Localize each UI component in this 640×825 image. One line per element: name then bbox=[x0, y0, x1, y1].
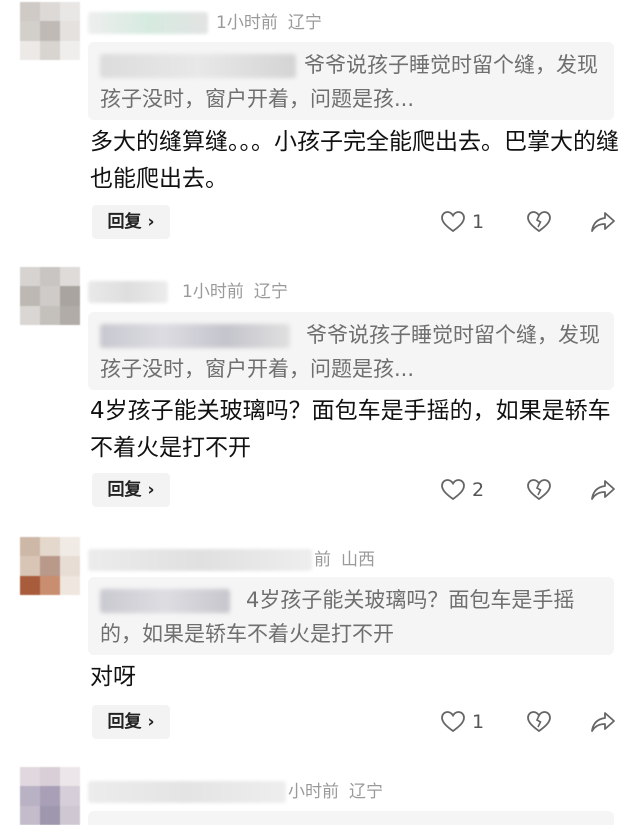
comment-time: 1小时前 bbox=[216, 13, 278, 33]
share-icon bbox=[590, 710, 616, 734]
comment-1: 1小时前 辽宁 爷爷说孩子睡觉时留个缝，发现孩子没时，窗户开着，问题是孩... 多… bbox=[0, 0, 640, 260]
like-heart-icon bbox=[440, 210, 466, 234]
dislike-heart-icon bbox=[526, 478, 552, 502]
comment-location: 辽宁 bbox=[287, 13, 322, 33]
comment-text: 对呀 bbox=[90, 664, 136, 690]
like-count: 2 bbox=[472, 479, 485, 501]
comment-meta: 1小时前 辽宁 bbox=[88, 8, 322, 34]
share-icon bbox=[590, 210, 616, 234]
comment-actions: 1 bbox=[440, 205, 620, 239]
comment-3: 前山西 4岁孩子能关玻璃吗？面包车是手摇的，如果是轿车不着火是打不开 对呀 回复… bbox=[0, 535, 640, 760]
comment-meta: 1小时前 辽宁 bbox=[88, 277, 288, 303]
like-count: 1 bbox=[472, 211, 485, 233]
comment-location: 山西 bbox=[341, 550, 375, 570]
quoted-comment[interactable]: 爷爷说孩子睡觉时留个缝，发现孩子没时，窗户开着，问题是孩... bbox=[88, 312, 614, 390]
like-button[interactable]: 2 bbox=[440, 473, 484, 507]
like-button[interactable]: 1 bbox=[440, 705, 484, 739]
comment-time: 前 bbox=[314, 550, 331, 570]
comment-meta: 前山西 bbox=[88, 545, 375, 571]
reply-button[interactable]: 回复 › bbox=[92, 705, 170, 739]
dislike-button[interactable] bbox=[526, 705, 552, 739]
quoted-comment[interactable]: 爷爷说孩子睡觉时留个缝，发现孩子没时，窗户开着，问题是孩... bbox=[88, 42, 614, 120]
like-heart-icon bbox=[440, 710, 466, 734]
like-count: 1 bbox=[472, 711, 485, 733]
username[interactable] bbox=[88, 12, 208, 34]
avatar[interactable] bbox=[20, 767, 80, 825]
share-button[interactable] bbox=[590, 705, 616, 739]
username[interactable] bbox=[88, 781, 286, 803]
quoted-username bbox=[100, 54, 296, 78]
like-button[interactable]: 1 bbox=[440, 205, 484, 239]
comment-text: 多大的缝算缝。。。小孩子完全能爬出去。巴掌大的缝也能爬出去。 bbox=[90, 129, 619, 192]
avatar[interactable] bbox=[20, 537, 80, 595]
avatar[interactable] bbox=[20, 267, 80, 325]
quoted-comment[interactable]: 4岁孩子能关玻璃吗？面包车是手摇的，如果是轿车不着火是打不开 bbox=[88, 577, 614, 655]
comment-time: 1小时前 bbox=[182, 282, 244, 302]
avatar[interactable] bbox=[20, 2, 80, 60]
comment-4: 小时前 辽宁 bbox=[0, 765, 640, 825]
reply-button[interactable]: 回复 › bbox=[92, 473, 170, 507]
quoted-comment[interactable] bbox=[88, 811, 614, 825]
comment-time: 小时前 bbox=[288, 782, 339, 802]
reply-button[interactable]: 回复 › bbox=[92, 205, 170, 239]
comment-location: 辽宁 bbox=[253, 282, 288, 302]
comment-actions: 2 bbox=[440, 473, 620, 507]
dislike-heart-icon bbox=[526, 710, 552, 734]
dislike-button[interactable] bbox=[526, 473, 552, 507]
username[interactable] bbox=[88, 281, 168, 303]
dislike-heart-icon bbox=[526, 210, 552, 234]
quoted-username bbox=[100, 589, 230, 613]
like-heart-icon bbox=[440, 478, 466, 502]
comment-location: 辽宁 bbox=[349, 782, 383, 802]
share-button[interactable] bbox=[590, 473, 616, 507]
comment-2: 1小时前 辽宁 爷爷说孩子睡觉时留个缝，发现孩子没时，窗户开着，问题是孩... 4… bbox=[0, 265, 640, 530]
username[interactable] bbox=[88, 549, 312, 571]
dislike-button[interactable] bbox=[526, 205, 552, 239]
share-icon bbox=[590, 478, 616, 502]
comment-text: 4岁孩子能关玻璃吗？面包车是手摇的，如果是轿车不着火是打不开 bbox=[90, 398, 611, 461]
comment-actions: 1 bbox=[440, 705, 620, 739]
quoted-username bbox=[100, 324, 290, 348]
comment-meta: 小时前 辽宁 bbox=[88, 777, 383, 803]
share-button[interactable] bbox=[590, 205, 616, 239]
